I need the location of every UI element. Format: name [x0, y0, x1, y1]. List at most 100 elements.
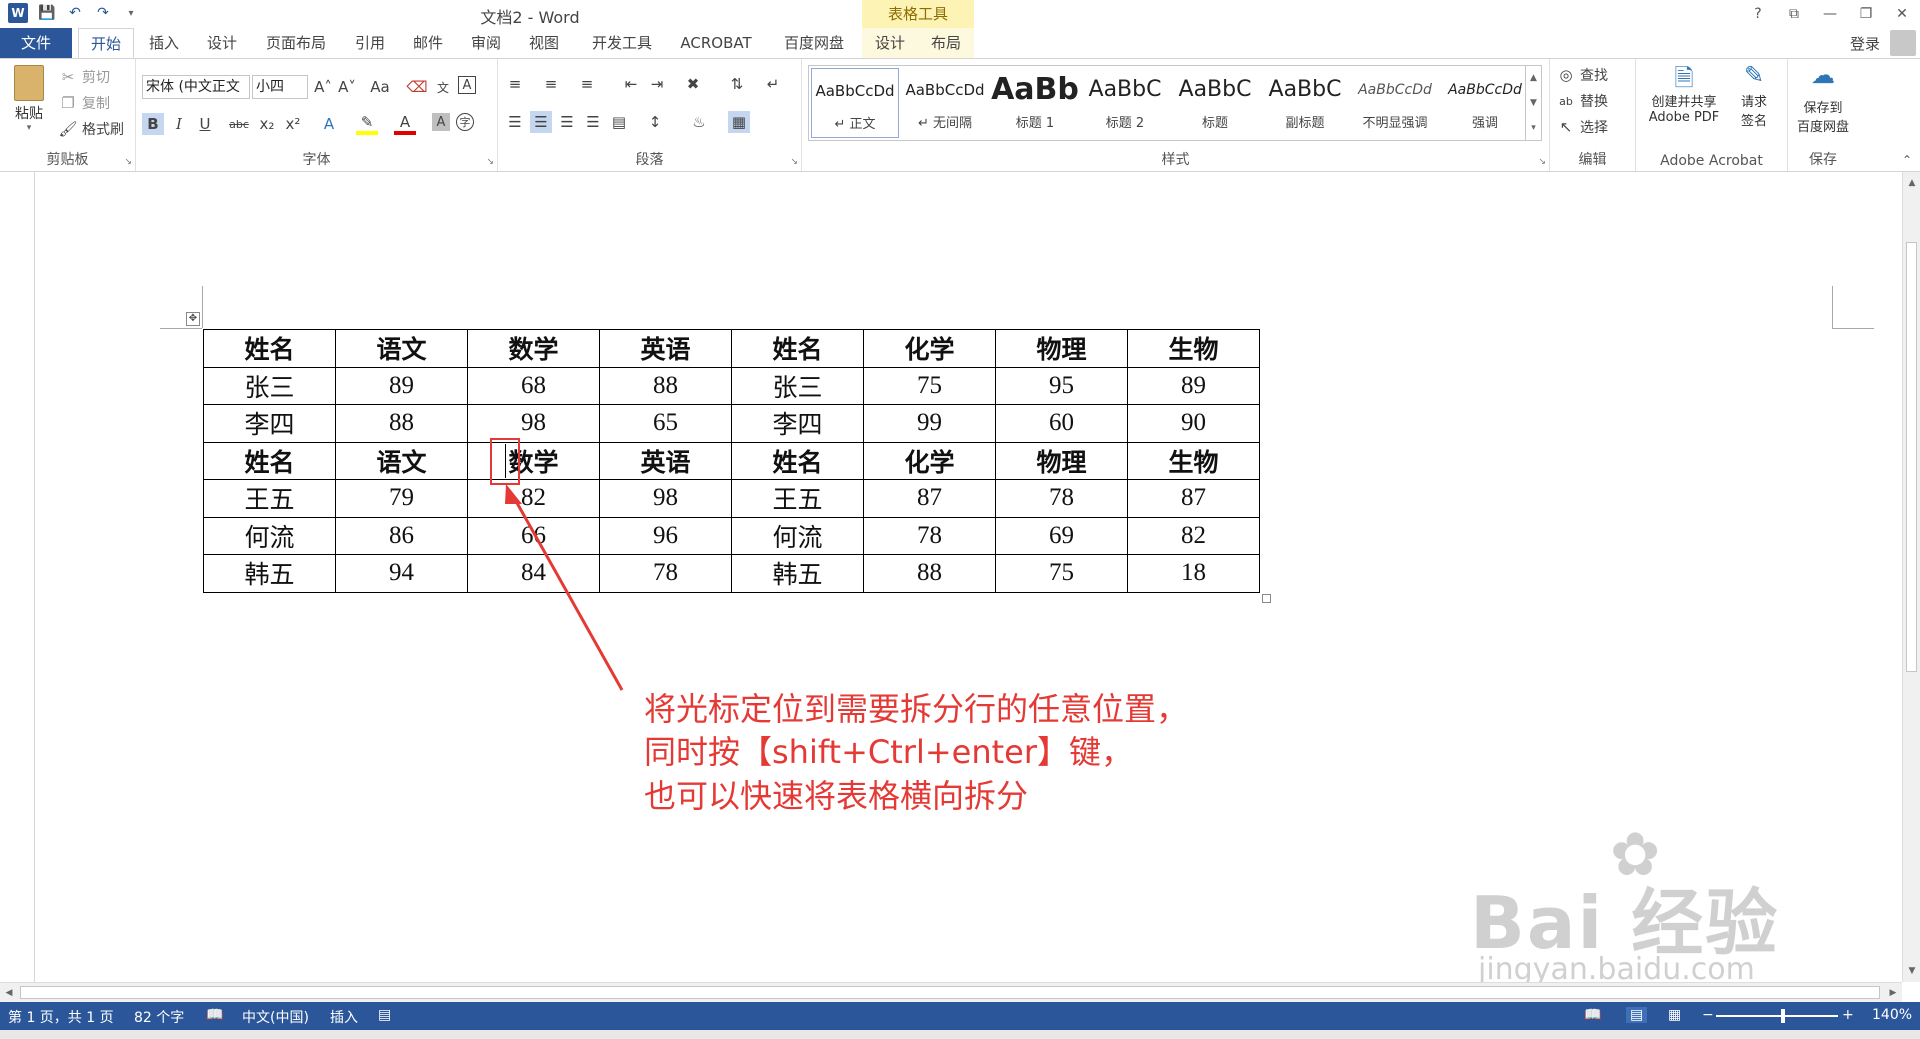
score-table[interactable]: 姓名 语文 数学 英语 姓名 化学 物理 生物 张三 89 68 88 张三 75 95 89 李四 88 98 65…	[203, 329, 1260, 593]
char-border-icon[interactable]: A	[458, 76, 476, 94]
text-effects-icon[interactable]: A	[318, 113, 340, 135]
table-cell[interactable]: 99	[863, 404, 996, 443]
table-resize-handle[interactable]	[1262, 594, 1271, 603]
scroll-down-icon[interactable]: ▼	[1530, 98, 1537, 108]
table-header-cell[interactable]: 数学	[467, 329, 600, 368]
shrink-font-icon[interactable]: A˅	[336, 76, 358, 98]
page-count[interactable]: 第 1 页，共 1 页	[8, 1007, 114, 1027]
style-no-spacing[interactable]: AaBbCcDd ↵ 无间隔	[901, 68, 989, 138]
table-header-cell[interactable]: 数学	[467, 441, 600, 480]
table-cell[interactable]: 75	[995, 554, 1128, 593]
borders-icon[interactable]: ▦	[728, 111, 750, 133]
tab-page-layout[interactable]: 页面布局	[258, 28, 334, 58]
table-cell[interactable]: 87	[863, 479, 996, 518]
table-header-cell[interactable]: 英语	[599, 329, 732, 368]
ribbon-display-button[interactable]: ⧉	[1776, 0, 1812, 28]
style-emphasis[interactable]: AaBbCcDd 强调	[1441, 68, 1529, 138]
table-move-handle[interactable]: ✥	[186, 312, 200, 326]
table-header-cell[interactable]: 姓名	[731, 329, 864, 368]
close-button[interactable]: ✕	[1884, 0, 1920, 28]
table-cell[interactable]: 18	[1127, 554, 1260, 593]
vertical-scrollbar[interactable]: ▲ ▼	[1902, 172, 1920, 982]
web-layout-icon[interactable]: ▦	[1668, 1007, 1681, 1023]
table-header-cell[interactable]: 生物	[1127, 329, 1260, 368]
subscript-button[interactable]: x₂	[256, 113, 278, 135]
scroll-right-arrow-icon[interactable]: ▶	[1884, 983, 1902, 1003]
char-shading-icon[interactable]: A	[432, 113, 450, 131]
proofing-icon[interactable]: 📖	[206, 1007, 223, 1023]
table-header-cell[interactable]: 语文	[335, 329, 468, 368]
paragraph-launcher-icon[interactable]: ↘	[790, 157, 798, 167]
zoom-out-icon[interactable]: −	[1702, 1007, 1714, 1023]
table-cell[interactable]: 95	[995, 366, 1128, 405]
table-cell[interactable]: 94	[335, 554, 468, 593]
underline-button[interactable]: U	[194, 113, 216, 135]
phonetic-guide-icon[interactable]: 文	[432, 76, 454, 98]
align-left-icon[interactable]: ☰	[504, 111, 526, 133]
replace-button[interactable]: ab 替换	[1556, 91, 1608, 111]
table-cell[interactable]: 84	[467, 554, 600, 593]
scroll-down-arrow-icon[interactable]: ▼	[1903, 962, 1920, 980]
table-cell[interactable]: 65	[599, 404, 732, 443]
table-header-cell[interactable]: 生物	[1127, 441, 1260, 480]
horizontal-scroll-thumb[interactable]	[20, 986, 1880, 999]
line-spacing-icon[interactable]: ↕	[644, 111, 666, 133]
table-cell[interactable]: 韩五	[731, 554, 864, 593]
styles-gallery-scroll[interactable]: ▲ ▼ ▾	[1525, 66, 1541, 140]
strikethrough-button[interactable]: abc	[226, 113, 252, 135]
table-header-cell[interactable]: 姓名	[203, 329, 336, 368]
bullets-icon[interactable]: ≡	[504, 73, 526, 95]
tab-review[interactable]: 审阅	[464, 28, 508, 58]
style-subtle-emphasis[interactable]: AaBbCcDd 不明显强调	[1351, 68, 1439, 138]
bold-button[interactable]: B	[142, 113, 164, 135]
minimize-button[interactable]: —	[1812, 0, 1848, 28]
table-cell[interactable]: 96	[599, 516, 732, 555]
table-cell[interactable]: 60	[995, 404, 1128, 443]
table-header-cell[interactable]: 英语	[599, 441, 732, 480]
tab-mailings[interactable]: 邮件	[406, 28, 450, 58]
find-button[interactable]: ◎ 查找	[1556, 65, 1608, 85]
vertical-scroll-thumb[interactable]	[1906, 242, 1917, 672]
font-launcher-icon[interactable]: ↘	[486, 157, 494, 167]
tab-file[interactable]: 文件	[0, 28, 72, 58]
table-cell[interactable]: 87	[1127, 479, 1260, 518]
tab-table-layout[interactable]: 布局	[918, 28, 974, 58]
table-cell[interactable]: 78	[863, 516, 996, 555]
table-header-cell[interactable]: 物理	[995, 329, 1128, 368]
login-link[interactable]: 登录	[1850, 33, 1880, 54]
style-heading-1[interactable]: AaBb 标题 1	[991, 68, 1079, 138]
table-header-cell[interactable]: 化学	[863, 441, 996, 480]
table-cell[interactable]: 88	[863, 554, 996, 593]
copy-button[interactable]: ❐ 复制	[58, 93, 110, 113]
style-heading-2[interactable]: AaBbC 标题 2	[1081, 68, 1169, 138]
insert-mode[interactable]: 插入	[330, 1007, 358, 1027]
scroll-up-icon[interactable]: ▲	[1530, 73, 1537, 83]
zoom-in-icon[interactable]: +	[1842, 1007, 1854, 1023]
style-subtitle[interactable]: AaBbC 副标题	[1261, 68, 1349, 138]
table-cell[interactable]: 李四	[203, 404, 336, 443]
tab-design[interactable]: 设计	[200, 28, 244, 58]
format-painter-button[interactable]: 🖌 格式刷	[58, 119, 124, 139]
multilevel-list-icon[interactable]: ≡	[576, 73, 598, 95]
numbering-icon[interactable]: ≡	[540, 73, 562, 95]
tab-insert[interactable]: 插入	[142, 28, 186, 58]
grow-font-icon[interactable]: A˄	[312, 76, 334, 98]
tab-home[interactable]: 开始	[78, 28, 134, 59]
table-cell[interactable]: 王五	[731, 479, 864, 518]
shading-icon[interactable]: ♨	[688, 111, 710, 133]
clear-format-icon[interactable]: ⌫	[406, 76, 428, 98]
table-cell[interactable]: 82	[1127, 516, 1260, 555]
table-cell[interactable]: 86	[335, 516, 468, 555]
table-header-cell[interactable]: 物理	[995, 441, 1128, 480]
font-size-combo[interactable]: 小四	[252, 75, 308, 99]
tab-references[interactable]: 引用	[348, 28, 392, 58]
zoom-level[interactable]: 140%	[1872, 1007, 1912, 1023]
table-cell[interactable]: 张三	[731, 366, 864, 405]
sort-icon[interactable]: ⇅	[726, 73, 748, 95]
table-cell[interactable]: 68	[467, 366, 600, 405]
table-cell[interactable]: 66	[467, 516, 600, 555]
distributed-icon[interactable]: ▤	[608, 111, 630, 133]
table-cell[interactable]: 89	[335, 366, 468, 405]
table-cell[interactable]: 88	[599, 366, 732, 405]
font-color-icon[interactable]: A	[394, 113, 416, 135]
